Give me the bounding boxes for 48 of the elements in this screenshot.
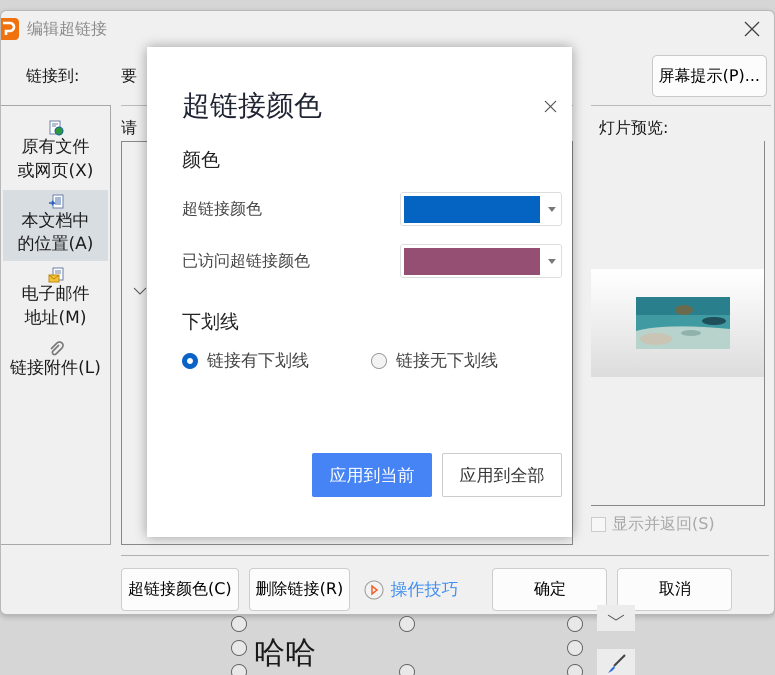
ok-button[interactable]: 确定 (492, 568, 608, 611)
display-text-label: 要 (121, 66, 138, 86)
screen-tip-button[interactable]: 屏幕提示(P)... (652, 55, 767, 97)
color-picker[interactable] (400, 244, 562, 278)
dialog-title: 超链接颜色 (182, 88, 322, 124)
resize-handle[interactable] (567, 616, 583, 632)
select-label: 请 (121, 117, 138, 139)
resize-handle[interactable] (231, 640, 247, 656)
remove-link-button[interactable]: 删除链接(R) (248, 568, 350, 611)
radio-option[interactable]: 链接无下划线 (371, 349, 498, 372)
envelope-document-icon (48, 267, 64, 284)
toolbar-button[interactable] (597, 649, 635, 675)
apply-button[interactable]: 应用到全部 (442, 453, 562, 497)
show-and-return-label: 显示并返回(S) (612, 514, 715, 535)
resize-handle[interactable] (231, 616, 247, 632)
dropdown-arrow-icon (548, 258, 556, 264)
paperclip-icon (48, 340, 64, 357)
resize-handle[interactable] (399, 616, 415, 632)
color-picker[interactable] (400, 192, 562, 226)
window-title: 编辑超链接 (27, 18, 108, 40)
section-heading: 颜色 (182, 148, 221, 173)
brush-icon[interactable] (605, 653, 627, 675)
cancel-button[interactable]: 取消 (617, 568, 732, 611)
close-icon[interactable] (544, 100, 557, 112)
chevron-down-icon[interactable] (606, 614, 626, 622)
link-target-item[interactable]: 原有文件 或网页(X) (3, 116, 108, 188)
chevron-down-icon[interactable] (133, 287, 147, 296)
close-icon[interactable] (744, 21, 760, 37)
play-circle-icon[interactable] (364, 580, 384, 600)
color-label: 已访问超链接颜色 (182, 250, 310, 272)
radio-button[interactable] (371, 352, 387, 368)
section-heading: 下划线 (182, 310, 240, 335)
slide-text: 哈哈 (254, 634, 316, 673)
color-label: 超链接颜色 (182, 198, 262, 220)
slide-preview-label: 灯片预览: (599, 117, 670, 139)
link-target-item[interactable]: 本文档中 的位置(A) (3, 190, 108, 262)
hyperlink-color-button[interactable]: 超链接颜色(C) (121, 568, 239, 611)
radio-option[interactable]: 链接有下划线 (182, 349, 309, 372)
resize-handle[interactable] (567, 640, 583, 656)
link-target-item[interactable]: 链接附件(L) (3, 336, 108, 385)
apply-button[interactable]: 应用到当前 (312, 453, 432, 497)
radio-button[interactable] (182, 352, 198, 368)
document-arrow-icon (48, 194, 64, 210)
dropdown-arrow-icon (548, 206, 556, 212)
link-to-label: 链接到: (26, 66, 80, 86)
link-target-item[interactable]: 电子邮件 地址(M) (3, 263, 108, 335)
app-logo-icon (1, 18, 19, 40)
document-globe-icon (48, 120, 64, 136)
